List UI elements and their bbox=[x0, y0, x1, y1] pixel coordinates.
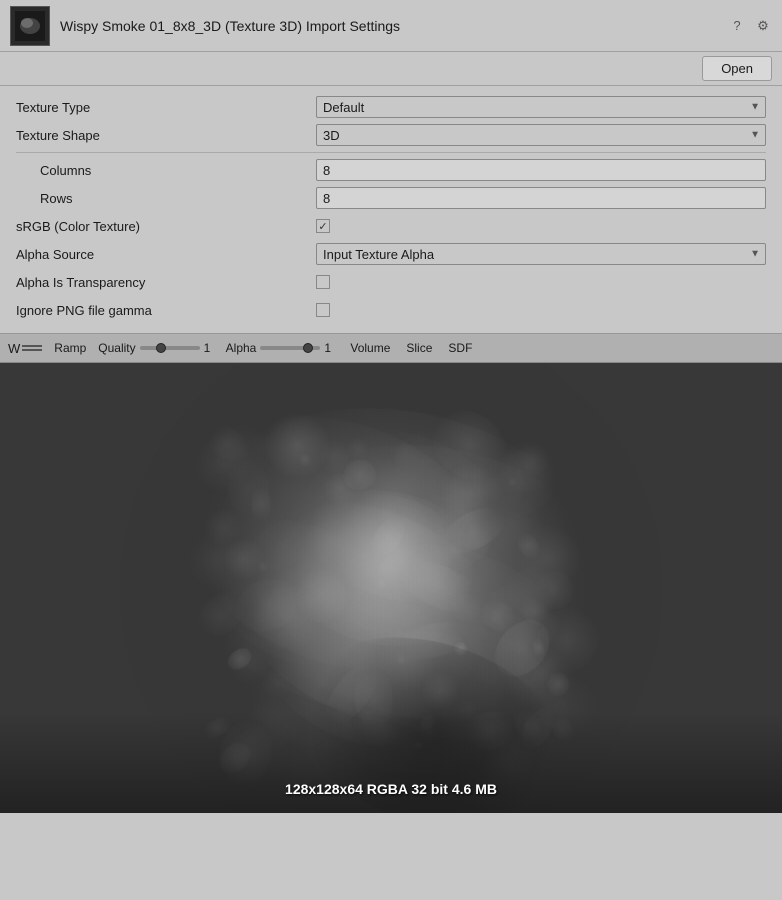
alpha-slider-track[interactable] bbox=[260, 346, 320, 350]
alpha-source-label: Alpha Source bbox=[16, 247, 316, 262]
alpha-transparency-checkbox-wrapper[interactable] bbox=[316, 275, 766, 289]
rows-row: Rows bbox=[16, 185, 766, 211]
srgb-checkbox[interactable]: ✓ bbox=[316, 219, 330, 233]
toolbar-slice[interactable]: Slice bbox=[398, 334, 440, 362]
texture-type-select[interactable]: Default bbox=[316, 96, 766, 118]
toolbar: W Ramp Quality 1 Alpha 1 Volume Slice SD… bbox=[0, 333, 782, 363]
alpha-source-row: Alpha Source Input Texture Alpha ▼ bbox=[16, 241, 766, 267]
texture-type-row: Texture Type Default ▼ bbox=[16, 94, 766, 120]
toolbar-ramp[interactable]: Ramp bbox=[46, 334, 94, 362]
action-bar: Open bbox=[0, 52, 782, 86]
open-button[interactable]: Open bbox=[702, 56, 772, 81]
ignore-png-checkbox[interactable] bbox=[316, 303, 330, 317]
srgb-checkbox-wrapper[interactable]: ✓ bbox=[316, 219, 766, 233]
texture-type-value[interactable]: Default ▼ bbox=[316, 96, 766, 118]
columns-row: Columns bbox=[16, 157, 766, 183]
preview-info: 128x128x64 RGBA 32 bit 4.6 MB bbox=[285, 781, 497, 797]
quality-slider-thumb[interactable] bbox=[156, 343, 166, 353]
alpha-slider-thumb[interactable] bbox=[303, 343, 313, 353]
quality-label: Quality bbox=[98, 341, 135, 355]
texture-shape-label: Texture Shape bbox=[16, 128, 316, 143]
quality-slider-track[interactable] bbox=[140, 346, 200, 350]
srgb-row: sRGB (Color Texture) ✓ bbox=[16, 213, 766, 239]
alpha-label: Alpha bbox=[226, 341, 257, 355]
columns-label: Columns bbox=[16, 163, 316, 178]
toolbar-lines-icon bbox=[22, 345, 42, 351]
texture-shape-dropdown[interactable]: 3D ▼ bbox=[316, 124, 766, 146]
preview-area: 128x128x64 RGBA 32 bit 4.6 MB bbox=[0, 363, 782, 813]
toolbar-w-label: W bbox=[8, 341, 20, 356]
divider-1 bbox=[16, 152, 766, 153]
srgb-label: sRGB (Color Texture) bbox=[16, 219, 316, 234]
alpha-slider-group: Alpha 1 bbox=[222, 341, 343, 355]
title-icons: ? ⚙ bbox=[728, 17, 772, 35]
quality-slider-value: 1 bbox=[204, 341, 218, 355]
texture-type-dropdown[interactable]: Default ▼ bbox=[316, 96, 766, 118]
texture-type-label: Texture Type bbox=[16, 100, 316, 115]
quality-slider-group: Quality 1 bbox=[94, 341, 221, 355]
columns-input[interactable] bbox=[316, 159, 766, 181]
preview-canvas bbox=[0, 363, 782, 813]
columns-value[interactable] bbox=[316, 159, 766, 181]
texture-shape-row: Texture Shape 3D ▼ bbox=[16, 122, 766, 148]
toolbar-w-section[interactable]: W bbox=[4, 341, 46, 356]
alpha-source-value[interactable]: Input Texture Alpha ▼ bbox=[316, 243, 766, 265]
window-icon bbox=[10, 6, 50, 46]
alpha-transparency-row: Alpha Is Transparency bbox=[16, 269, 766, 295]
window-title: Wispy Smoke 01_8x8_3D (Texture 3D) Impor… bbox=[60, 18, 718, 34]
rows-input[interactable] bbox=[316, 187, 766, 209]
toolbar-line-1 bbox=[22, 345, 42, 347]
texture-shape-select[interactable]: 3D bbox=[316, 124, 766, 146]
alpha-slider-value: 1 bbox=[324, 341, 338, 355]
rows-label: Rows bbox=[16, 191, 316, 206]
alpha-source-select[interactable]: Input Texture Alpha bbox=[316, 243, 766, 265]
alpha-transparency-checkbox[interactable] bbox=[316, 275, 330, 289]
ignore-png-row: Ignore PNG file gamma bbox=[16, 297, 766, 323]
rows-value[interactable] bbox=[316, 187, 766, 209]
alpha-transparency-label: Alpha Is Transparency bbox=[16, 275, 316, 290]
settings-panel: Texture Type Default ▼ Texture Shape 3D … bbox=[0, 86, 782, 333]
help-icon[interactable]: ? bbox=[728, 17, 746, 35]
alpha-source-dropdown[interactable]: Input Texture Alpha ▼ bbox=[316, 243, 766, 265]
settings-icon[interactable]: ⚙ bbox=[754, 17, 772, 35]
ignore-png-label: Ignore PNG file gamma bbox=[16, 303, 316, 318]
title-bar: Wispy Smoke 01_8x8_3D (Texture 3D) Impor… bbox=[0, 0, 782, 52]
texture-shape-value[interactable]: 3D ▼ bbox=[316, 124, 766, 146]
ignore-png-checkbox-wrapper[interactable] bbox=[316, 303, 766, 317]
toolbar-sdf[interactable]: SDF bbox=[440, 334, 480, 362]
toolbar-line-2 bbox=[22, 349, 42, 351]
toolbar-volume[interactable]: Volume bbox=[342, 334, 398, 362]
